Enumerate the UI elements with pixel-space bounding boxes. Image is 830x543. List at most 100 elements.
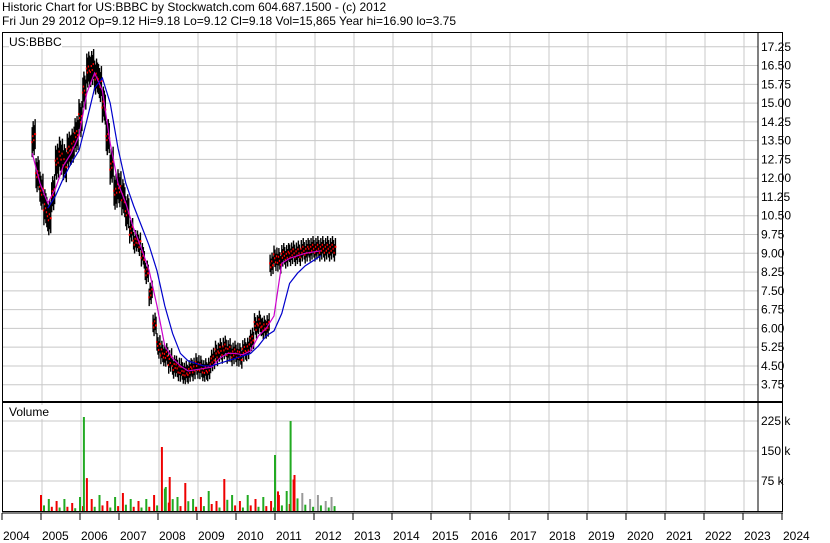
volume-bar: [85, 478, 88, 511]
volume-bar: [121, 493, 124, 511]
x-tick-label: 2011: [276, 529, 302, 543]
x-tick-label: 2019: [588, 529, 615, 543]
volume-chart-pane: 225 k 150 k 75 k Volume: [2, 402, 791, 512]
volume-bar: [79, 497, 81, 511]
volume-bar: [319, 505, 322, 511]
volume-bar: [262, 497, 265, 511]
volume-bar: [101, 505, 104, 511]
volume-bar: [117, 506, 120, 511]
y-tick-label: 12.00: [761, 171, 791, 185]
volume-bar: [98, 495, 101, 511]
y-tick-label: 6.75: [761, 303, 785, 317]
price-dot: [65, 166, 68, 169]
volume-tick-label: 225 k: [761, 414, 791, 428]
volume-bar: [327, 507, 330, 511]
y-tick-label: 9.00: [761, 246, 785, 260]
volume-bar: [90, 499, 93, 511]
volume-bar: [195, 506, 198, 511]
x-tick-label: 2010: [237, 529, 264, 543]
y-tick-label: 7.50: [761, 284, 785, 298]
y-tick-label: 6.00: [761, 321, 785, 335]
volume-bar: [265, 506, 268, 511]
volume-bar: [137, 501, 140, 511]
volume-bar: [184, 483, 187, 511]
x-tick-label: 2005: [42, 529, 69, 543]
ma-long-line: [47, 76, 322, 367]
price-dot: [49, 217, 52, 220]
y-tick-label: 8.25: [761, 265, 785, 279]
volume-bar: [226, 499, 229, 511]
x-tick-label: 2008: [159, 529, 186, 543]
y-tick-label: 11.25: [761, 190, 790, 204]
x-tick-label: 2018: [549, 529, 576, 543]
price-dot: [334, 245, 337, 248]
x-tick-label: 2020: [627, 529, 654, 543]
y-tick-label: 14.25: [761, 115, 791, 129]
volume-bar: [164, 487, 167, 511]
volume-bar: [124, 504, 127, 511]
volume-bar: [171, 499, 174, 511]
volume-bar: [312, 506, 315, 511]
volume-bar: [114, 497, 117, 511]
volume-bar: [270, 501, 273, 511]
x-tick-label: 2012: [315, 529, 342, 543]
price-dot: [34, 133, 37, 136]
volume-bar: [199, 497, 202, 511]
volume-bar: [238, 501, 241, 511]
volume-bar: [140, 507, 143, 511]
x-tick-label: 2021: [666, 529, 693, 543]
y-tick-label: 3.75: [761, 378, 785, 392]
volume-bar: [207, 491, 210, 511]
volume-bar: [304, 504, 307, 511]
y-tick-label: 15.00: [761, 96, 791, 110]
volume-bar: [58, 507, 61, 511]
chart-header-line2: Fri Jun 29 2012 Op=9.12 Hi=9.18 Lo=9.12 …: [2, 14, 457, 28]
volume-bar: [257, 506, 260, 511]
volume-bar: [129, 499, 132, 511]
volume-label: Volume: [9, 405, 50, 419]
volume-bar: [93, 506, 96, 511]
volume-bar: [40, 495, 42, 511]
price-chart: 17.25 16.50 15.75 15.00 14.25 13.50 12.75 12.00…: [3, 33, 791, 401]
x-tick-label: 2015: [432, 529, 459, 543]
volume-tick-label: 150 k: [761, 444, 791, 458]
volume-bar: [289, 421, 292, 511]
x-tick-label: 2023: [744, 529, 771, 543]
volume-bar: [74, 508, 77, 511]
volume-bar: [145, 499, 148, 511]
y-tick-label: 17.25: [761, 40, 791, 54]
volume-bar: [249, 505, 252, 511]
volume-bar: [106, 501, 109, 511]
volume-bar: [176, 497, 179, 511]
volume-bar: [153, 495, 156, 511]
volume-bar: [187, 501, 190, 511]
volume-bar: [309, 499, 312, 511]
ma-short-line: [31, 71, 321, 372]
x-tick-label: 2022: [705, 529, 732, 543]
volume-bar: [234, 505, 237, 511]
volume-bar: [202, 506, 205, 511]
volume-bar: [148, 506, 151, 511]
volume-bar: [285, 491, 288, 511]
price-dot: [240, 358, 243, 361]
volume-bar: [71, 503, 74, 511]
volume-bar: [82, 417, 85, 511]
volume-bar: [277, 495, 280, 511]
volume-bar: [333, 506, 336, 511]
volume-bar: [66, 506, 69, 511]
volume-bar: [324, 501, 327, 511]
price-dot: [147, 272, 150, 275]
volume-bar: [63, 499, 66, 511]
volume-bar: [254, 499, 257, 511]
volume-bar: [301, 493, 304, 511]
y-tick-label: 16.50: [761, 59, 791, 73]
volume-bar: [246, 495, 249, 511]
volume-bar: [231, 495, 234, 511]
y-tick-label: 12.75: [761, 152, 791, 166]
x-tick-label: 2014: [393, 529, 420, 543]
volume-bar: [215, 501, 218, 511]
price-dot: [155, 324, 158, 327]
x-axis: 2004 2005 2006 2007 2008 2009 2010 2011 2012 2013…: [1, 512, 810, 543]
volume-bar: [223, 479, 226, 511]
y-tick-label: 9.75: [761, 228, 785, 242]
